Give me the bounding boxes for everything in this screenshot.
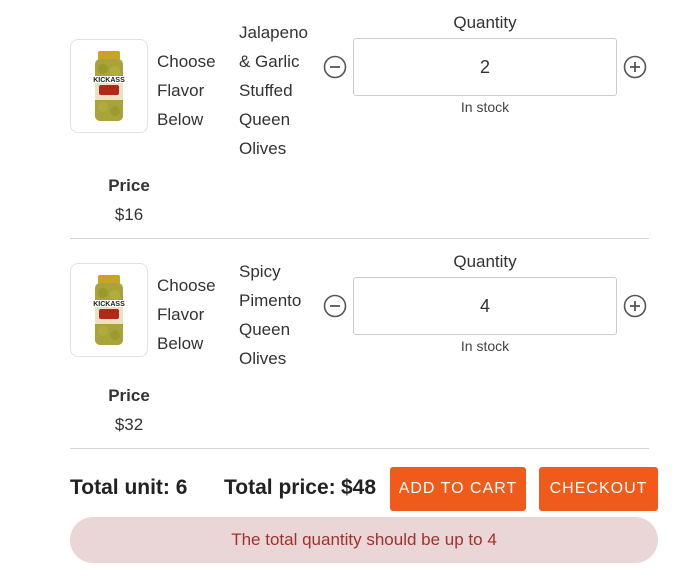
total-price-value: $48	[341, 476, 377, 499]
stock-status: In stock	[460, 99, 510, 115]
product-image[interactable]: KICKASS	[70, 39, 148, 133]
plus-circle-icon	[623, 55, 647, 79]
add-to-cart-button[interactable]: ADD TO CART	[390, 467, 526, 511]
checkout-button[interactable]: CHECKOUT	[539, 467, 658, 511]
cart-item: KICKASS Choose Flavor Below Spicy Piment…	[70, 239, 649, 448]
cart-page: KICKASS Choose Flavor Below Jalapeno & G…	[0, 0, 678, 577]
stock-status: In stock	[460, 338, 510, 354]
quantity-label: Quantity	[453, 13, 517, 32]
price-value: $32	[114, 415, 144, 434]
decrease-quantity-button[interactable]	[323, 294, 347, 318]
flavor-label: Choose Flavor Below	[157, 52, 216, 129]
flavor-label: Choose Flavor Below	[157, 276, 216, 353]
decrease-quantity-button[interactable]	[323, 55, 347, 79]
quantity-input[interactable]: 2	[353, 38, 617, 96]
total-unit: Total unit: 6	[70, 476, 188, 499]
product-name[interactable]: Spicy Pimento Queen Olives	[239, 257, 321, 373]
minus-circle-icon	[323, 294, 347, 318]
quantity-input[interactable]: 4	[353, 277, 617, 335]
total-price-label: Total price:	[224, 476, 336, 499]
plus-circle-icon	[623, 294, 647, 318]
item-divider	[70, 448, 649, 449]
increase-quantity-button[interactable]	[623, 55, 647, 79]
olive-jar-image: KICKASS	[93, 275, 125, 345]
product-name[interactable]: Jalapeno & Garlic Stuffed Queen Olives	[239, 18, 321, 163]
quantity-label: Quantity	[453, 252, 517, 271]
price-label: Price	[108, 176, 150, 195]
svg-text:KICKASS: KICKASS	[93, 301, 125, 308]
svg-text:KICKASS: KICKASS	[93, 77, 125, 84]
price-label: Price	[108, 386, 150, 405]
quantity-limit-alert: The total quantity should be up to 4	[70, 517, 658, 563]
olive-jar-image: KICKASS	[93, 51, 125, 121]
product-image[interactable]: KICKASS	[70, 263, 148, 357]
cart-item: KICKASS Choose Flavor Below Jalapeno & G…	[70, 0, 649, 238]
cart-summary: Total unit: 6 Total price: $48 ADD TO CA…	[0, 466, 678, 512]
increase-quantity-button[interactable]	[623, 294, 647, 318]
price-value: $16	[114, 205, 144, 224]
minus-circle-icon	[323, 55, 347, 79]
